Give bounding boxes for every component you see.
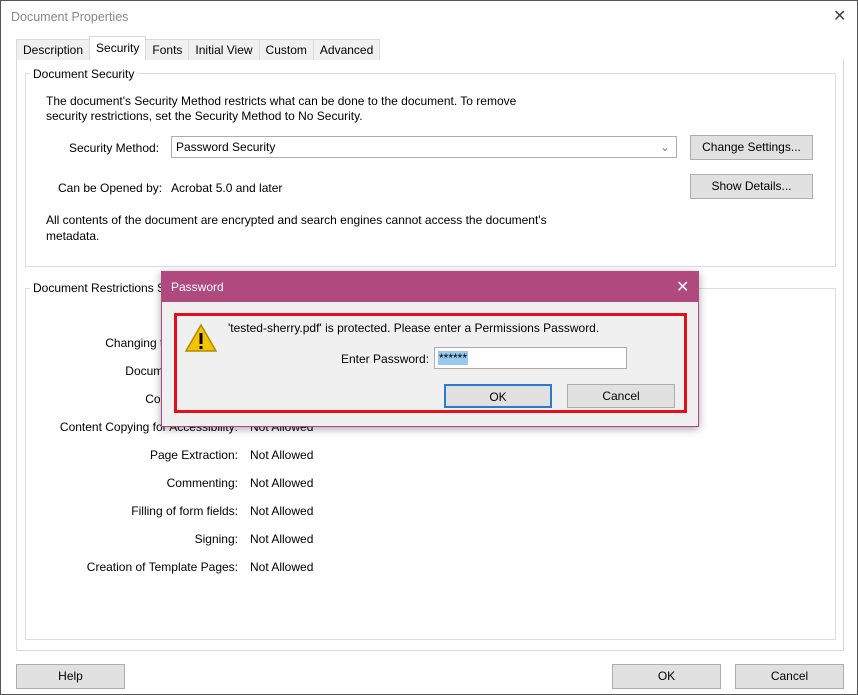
tab-bar: Description Security Fonts Initial View …	[16, 36, 381, 60]
restriction-value: Not Allowed	[250, 532, 314, 546]
restriction-label: Page Extraction:	[149, 448, 238, 462]
security-method-value: Password Security	[176, 140, 276, 154]
help-button[interactable]: Help	[16, 664, 125, 689]
tab-custom[interactable]: Custom	[258, 39, 314, 60]
security-note-line2: metadata.	[46, 229, 100, 243]
restriction-value: Not Allowed	[250, 476, 314, 490]
tab-security[interactable]: Security	[89, 36, 147, 60]
document-properties-window: Document Properties ✕ Description Securi…	[0, 0, 858, 695]
change-settings-button[interactable]: Change Settings...	[690, 135, 813, 160]
dialog-ok-button[interactable]: OK	[444, 384, 552, 408]
password-value: ******	[438, 351, 469, 365]
enter-password-label: Enter Password:	[341, 352, 430, 366]
tab-fonts[interactable]: Fonts	[145, 39, 190, 60]
restriction-label: Filling of form fields:	[131, 504, 238, 518]
restriction-label: Creation of Template Pages:	[86, 560, 238, 574]
close-icon[interactable]: ✕	[676, 277, 689, 297]
password-dialog-titlebar: Password ✕	[162, 272, 698, 302]
chevron-down-icon: ⌄	[659, 140, 670, 154]
dialog-cancel-button[interactable]: Cancel	[567, 384, 675, 408]
password-message: 'tested-sherry.pdf' is protected. Please…	[228, 321, 600, 335]
ok-button[interactable]: OK	[612, 664, 721, 689]
restriction-label: Signing:	[194, 532, 238, 546]
password-input[interactable]: ******	[434, 347, 627, 369]
document-security-legend: Document Security	[30, 67, 138, 81]
opened-by-value: Acrobat 5.0 and later	[171, 181, 283, 195]
security-note-line1: All contents of the document are encrypt…	[46, 213, 547, 227]
restriction-value: Not Allowed	[250, 504, 314, 518]
cancel-button[interactable]: Cancel	[735, 664, 844, 689]
security-intro-line2: security restrictions, set the Security …	[46, 109, 363, 123]
warning-icon	[184, 323, 218, 352]
security-method-select[interactable]: Password Security ⌄	[171, 136, 677, 158]
tab-advanced[interactable]: Advanced	[312, 39, 381, 60]
window-title: Document Properties	[11, 10, 129, 24]
security-intro-line1: The document's Security Method restricts…	[46, 94, 517, 108]
opened-by-label: Can be Opened by:	[58, 181, 163, 195]
tab-description[interactable]: Description	[16, 39, 91, 60]
password-dialog: Password ✕ 'tested-sherry.pdf' is protec…	[161, 271, 699, 427]
restriction-value: Not Allowed	[250, 448, 314, 462]
password-dialog-title: Password	[171, 280, 224, 294]
close-icon[interactable]: ✕	[833, 6, 846, 26]
security-method-label: Security Method:	[69, 141, 160, 155]
restriction-label: Commenting:	[166, 476, 238, 490]
restriction-value: Not Allowed	[250, 560, 314, 574]
show-details-button[interactable]: Show Details...	[690, 174, 813, 199]
tab-initial-view[interactable]: Initial View	[188, 39, 260, 60]
